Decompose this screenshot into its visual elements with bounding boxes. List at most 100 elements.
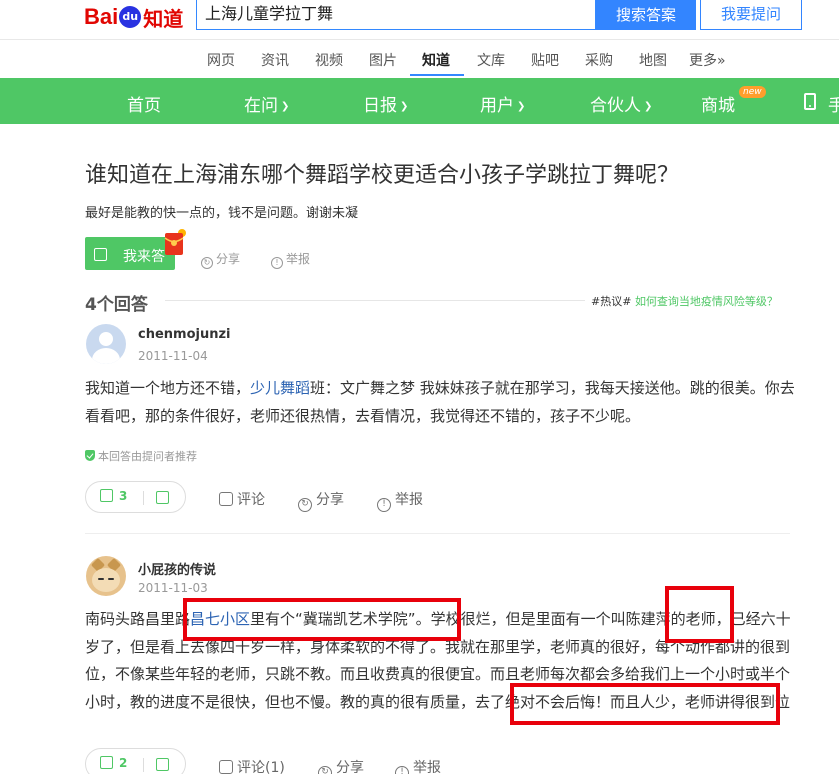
like-button[interactable]: 3 bbox=[100, 489, 127, 504]
gnav-partner[interactable]: 合伙人 ❯ bbox=[590, 91, 652, 116]
hot-topic-prefix: #热议# bbox=[591, 295, 632, 308]
chevron-down-icon: ❯ bbox=[517, 101, 526, 112]
nav-item-more[interactable]: 更多» bbox=[689, 50, 726, 70]
question-report-link[interactable]: ! 举报 bbox=[271, 250, 310, 269]
report-icon: ! bbox=[271, 257, 283, 269]
avatar-cat-eye bbox=[108, 578, 114, 580]
gnav-asking[interactable]: 在问 ❯ bbox=[244, 91, 289, 116]
edit-icon bbox=[94, 248, 107, 261]
report-link[interactable]: ! 举报 bbox=[377, 489, 423, 512]
answer-count: 4个回答 bbox=[85, 295, 148, 315]
like-count: 3 bbox=[119, 489, 128, 503]
header-divider bbox=[165, 300, 585, 301]
report-icon: ! bbox=[395, 766, 409, 774]
highlight-box-school bbox=[183, 598, 461, 641]
thumbs-up-icon bbox=[100, 489, 113, 502]
report-icon: ! bbox=[377, 498, 391, 512]
comment-label: 评论 bbox=[237, 492, 265, 508]
thumbs-down-icon[interactable] bbox=[156, 758, 169, 771]
nav-item-tieba[interactable]: 贴吧 bbox=[531, 50, 559, 70]
answer-text-part: 我知道一个地方还不错， bbox=[85, 379, 251, 397]
logo-zhidao-text: 知道 bbox=[143, 6, 184, 31]
nav-item-images[interactable]: 图片 bbox=[369, 50, 397, 70]
avatar[interactable] bbox=[86, 324, 126, 364]
question-share-link[interactable]: ↻ 分享 bbox=[201, 250, 240, 269]
thumbs-down-icon[interactable] bbox=[156, 491, 169, 504]
share-icon: ↻ bbox=[318, 766, 332, 774]
search-input[interactable]: 上海儿童学拉丁舞 bbox=[196, 0, 596, 30]
recommended-note: 本回答由提问者推荐 bbox=[85, 448, 197, 464]
nav-item-map[interactable]: 地图 bbox=[639, 50, 667, 70]
gnav-mall-label: 商城 bbox=[701, 96, 735, 116]
comment-icon bbox=[219, 492, 233, 506]
new-badge: new bbox=[739, 86, 766, 98]
gnav-mobile-label: 手 bbox=[828, 96, 839, 116]
comment-link[interactable]: 评论 bbox=[219, 489, 265, 509]
nav-item-video[interactable]: 视频 bbox=[315, 50, 343, 70]
answer-inline-link[interactable]: 少儿舞蹈 bbox=[250, 379, 310, 397]
answer-author[interactable]: 小屁孩的传说 bbox=[138, 559, 216, 578]
comment-label: 评论 bbox=[237, 760, 265, 774]
answer-button[interactable]: 我来答 bbox=[85, 237, 175, 270]
phone-icon bbox=[804, 93, 816, 110]
gnav-daily[interactable]: 日报 ❯ bbox=[363, 91, 408, 116]
comment-icon bbox=[219, 760, 233, 774]
vote-control: 2 bbox=[85, 748, 186, 774]
active-tab-underline bbox=[410, 74, 464, 76]
hot-topic-link[interactable]: 如何查询当地疫情风险等级？ bbox=[635, 295, 778, 308]
vote-control: 3 bbox=[85, 481, 186, 513]
product-nav: 网页 资讯 视频 图片 知道 文库 贴吧 采购 地图 更多» bbox=[0, 41, 839, 77]
report-label: 举报 bbox=[286, 252, 311, 266]
search-answers-button[interactable]: 搜索答案 bbox=[596, 0, 696, 30]
share-label: 分享 bbox=[336, 760, 364, 774]
nav-item-webpage[interactable]: 网页 bbox=[207, 50, 235, 70]
logo-paw-icon: du bbox=[119, 6, 142, 28]
nav-item-zhidao[interactable]: 知道 bbox=[422, 50, 450, 70]
nav-item-caigou[interactable]: 采购 bbox=[585, 50, 613, 70]
nav-item-news[interactable]: 资讯 bbox=[261, 50, 289, 70]
avatar-cat-eye bbox=[98, 578, 104, 580]
avatar[interactable] bbox=[86, 556, 126, 596]
share-link[interactable]: ↻ 分享 bbox=[298, 489, 344, 512]
answer-text-part: 南码头路昌里路 bbox=[85, 610, 191, 628]
logo-bai-text: Bai bbox=[84, 4, 119, 29]
chevron-down-icon: ❯ bbox=[281, 101, 290, 112]
vote-separator bbox=[143, 758, 144, 772]
comment-count: (1) bbox=[265, 760, 285, 774]
gnav-home-label: 首页 bbox=[127, 96, 161, 116]
report-link[interactable]: ! 举报 bbox=[395, 757, 441, 774]
answer-author[interactable]: chenmojunzi bbox=[138, 327, 231, 342]
gnav-mall[interactable]: 商城 bbox=[701, 91, 735, 116]
ask-question-button[interactable]: 我要提问 bbox=[700, 0, 802, 30]
comment-link[interactable]: 评论(1) bbox=[219, 757, 285, 774]
avatar-body bbox=[92, 348, 120, 364]
like-count: 2 bbox=[119, 756, 128, 770]
answer-date: 2011-11-04 bbox=[138, 349, 208, 363]
highlight-box-quality bbox=[510, 683, 780, 725]
report-label: 举报 bbox=[395, 492, 423, 508]
gnav-users-label: 用户 bbox=[480, 96, 514, 116]
nav-item-wenku[interactable]: 文库 bbox=[477, 50, 505, 70]
answer-date: 2011-11-03 bbox=[138, 581, 208, 595]
question-description: 最好是能教的快一点的，钱不是问题。谢谢未凝 bbox=[85, 206, 359, 221]
share-link[interactable]: ↻ 分享 bbox=[318, 757, 364, 774]
gnav-daily-label: 日报 bbox=[363, 96, 397, 116]
share-icon: ↻ bbox=[201, 257, 213, 269]
chevron-down-icon: ❯ bbox=[644, 101, 653, 112]
gnav-users[interactable]: 用户 ❯ bbox=[480, 91, 525, 116]
answer-divider bbox=[85, 533, 790, 534]
gnav-mobile[interactable]: 手 bbox=[828, 91, 839, 116]
share-icon: ↻ bbox=[298, 498, 312, 512]
red-envelope-icon[interactable] bbox=[163, 228, 187, 256]
recommended-label: 本回答由提问者推荐 bbox=[98, 450, 197, 463]
thumbs-up-icon bbox=[100, 756, 113, 769]
like-button[interactable]: 2 bbox=[100, 756, 127, 771]
answer-button-label: 我来答 bbox=[123, 249, 165, 265]
avatar-cat-face bbox=[92, 568, 120, 592]
avatar-head bbox=[99, 332, 113, 346]
question-title: 谁知道在上海浦东哪个舞蹈学校更适合小孩子学跳拉丁舞呢？ bbox=[85, 163, 680, 188]
share-label: 分享 bbox=[216, 252, 241, 266]
baidu-zhidao-logo[interactable]: Bai du 知道 bbox=[84, 3, 183, 31]
chevron-down-icon: ❯ bbox=[400, 101, 409, 112]
gnav-home[interactable]: 首页 bbox=[127, 91, 161, 116]
